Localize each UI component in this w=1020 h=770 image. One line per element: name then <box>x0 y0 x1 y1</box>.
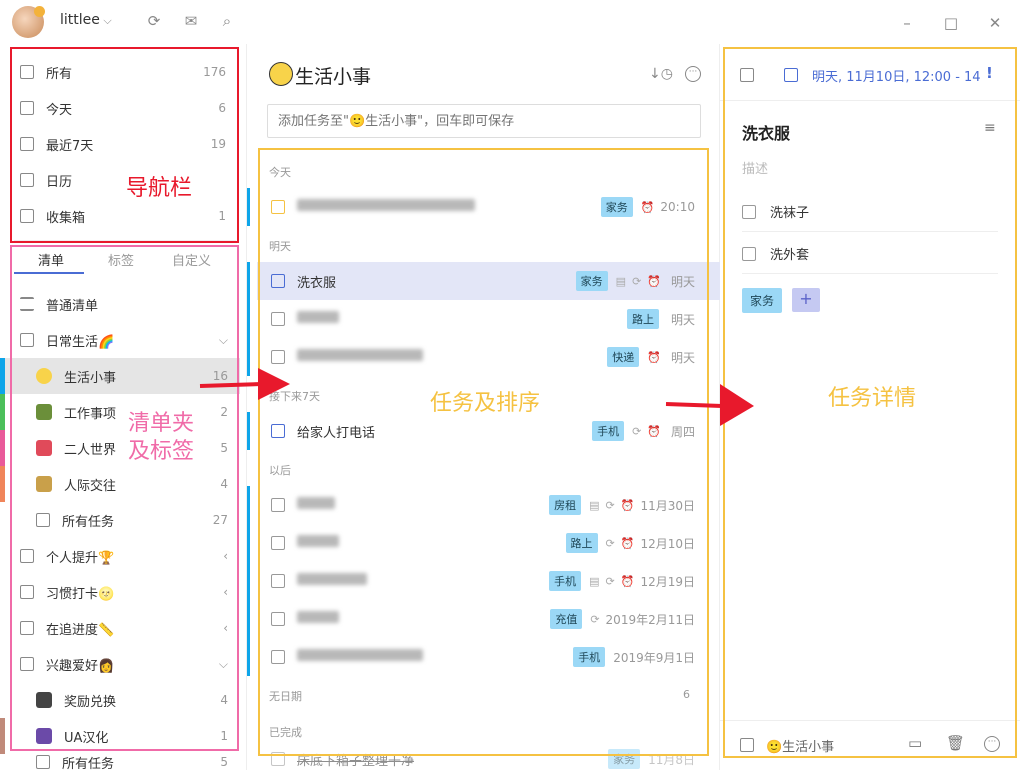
list-title: 生活小事 <box>295 66 372 88</box>
annotation-tasks: 任务及排序 <box>430 391 541 416</box>
badge-icon <box>34 6 45 17</box>
search-icon[interactable]: ⌕ <box>218 12 236 30</box>
list-count: 5 <box>220 755 228 769</box>
smile-icon <box>269 62 293 86</box>
chevron-down-icon: ⌵ <box>99 14 112 27</box>
arrow-tasks-to-detail <box>665 384 754 426</box>
close-button[interactable]: ✕ <box>986 14 1004 32</box>
nav-highlight-box <box>10 47 239 243</box>
filter-icon <box>36 755 50 769</box>
list-all-tasks-2[interactable]: 所有任务 5 <box>0 754 240 770</box>
arrow-lists-to-tasks <box>199 368 290 400</box>
add-task-input[interactable] <box>267 104 701 138</box>
list-label: 所有任务 <box>62 756 115 770</box>
minimize-button[interactable]: – <box>898 14 916 32</box>
sort-icon[interactable]: ↓◷ <box>649 66 673 82</box>
maximize-button[interactable]: □ <box>942 14 960 32</box>
annotation-nav: 导航栏 <box>126 176 193 201</box>
mail-icon[interactable]: ✉ <box>182 12 200 30</box>
username-dropdown[interactable]: littlee ⌵ <box>60 12 112 28</box>
annotation-lists: 清单夹 及标签 <box>128 411 195 464</box>
tasks-highlight-box <box>258 148 709 756</box>
sync-icon[interactable]: ⟳ <box>145 12 163 30</box>
title-bar: littlee ⌵ ⟳ ✉ ⌕ – □ ✕ <box>0 0 1020 44</box>
lists-highlight-box <box>10 245 239 751</box>
more-icon[interactable]: ··· <box>685 66 701 82</box>
annotation-detail: 任务详情 <box>828 386 917 411</box>
